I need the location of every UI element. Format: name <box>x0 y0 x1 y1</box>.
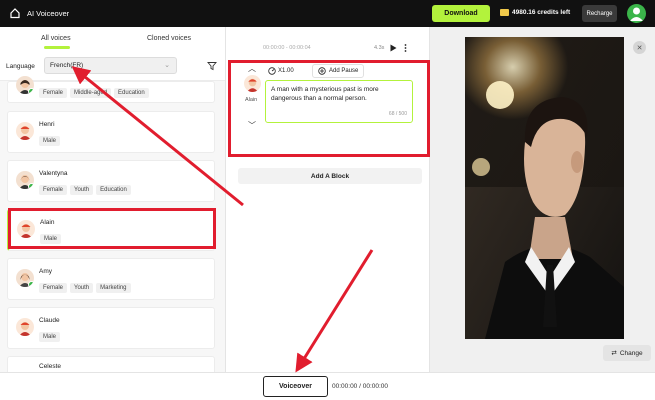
avatar <box>17 220 35 238</box>
voice-list-panel: All voices Cloned voices Language French… <box>0 27 226 372</box>
speed-label: X1.00 <box>278 68 294 74</box>
voice-tag: Male <box>40 234 62 244</box>
speed-icon <box>268 67 276 75</box>
coin-icon <box>500 9 509 16</box>
add-block-button[interactable]: Add A Block <box>238 168 422 184</box>
speed-button[interactable]: X1.00 <box>268 65 294 77</box>
change-label: Change <box>619 349 643 357</box>
voice-tag: Youth <box>70 185 94 195</box>
voice-card-valentyna[interactable]: Valentyna Female Youth Education <box>7 160 215 202</box>
avatar <box>16 76 34 94</box>
script-editor: 00:00:00 - 00:00:04 4.3s ︿ Alain ﹀ X1.00… <box>227 27 429 372</box>
voice-tag: Female <box>39 283 68 293</box>
voice-card-henri[interactable]: Henri Male <box>7 111 215 153</box>
download-button[interactable]: Download <box>432 5 490 22</box>
voice-tag: Youth <box>70 283 94 293</box>
recharge-button[interactable]: Recharge <box>582 5 617 22</box>
voice-tag: Male <box>39 332 61 342</box>
filter-icon[interactable] <box>207 61 217 71</box>
block-voice-name: Alain <box>245 97 258 103</box>
voice-tags: Female Youth Education <box>39 185 131 195</box>
chevron-up-icon[interactable]: ︿ <box>248 63 256 74</box>
voice-tags: Male <box>40 234 62 244</box>
voice-card-amy[interactable]: Amy Female Youth Marketing <box>7 258 215 300</box>
text-block: ︿ Alain ﹀ X1.00 Add Pause A man with a m… <box>230 60 429 184</box>
chevron-down-icon: ⌄ <box>164 62 170 69</box>
voiceover-button[interactable]: Voiceover <box>263 376 328 397</box>
voice-name: Claude <box>39 317 60 324</box>
character-count: 68 / 500 <box>388 111 407 117</box>
home-icon[interactable] <box>9 7 21 19</box>
credits-display: 4980.16 credits left <box>500 9 570 16</box>
status-badge <box>28 281 34 287</box>
language-row: Language French(FR) ⌄ <box>0 51 225 81</box>
script-text: A man with a mysterious past is more dan… <box>271 86 379 102</box>
total-time: 00:00:00 / 00:00:00 <box>332 383 389 390</box>
avatar <box>16 171 34 189</box>
add-pause-button[interactable]: Add Pause <box>312 64 365 78</box>
voice-tag: Female <box>39 88 68 98</box>
bottom-bar: Voiceover 00:00:00 / 00:00:00 <box>0 372 655 400</box>
voice-tag: Education <box>114 88 149 98</box>
voice-tag: Marketing <box>96 283 131 293</box>
block-time-range: 00:00:00 - 00:00:04 <box>263 45 311 51</box>
app-title: AI Voiceover <box>27 9 70 18</box>
credits-text: 4980.16 credits left <box>512 9 571 16</box>
voice-card-celeste[interactable]: Celeste <box>7 356 215 372</box>
voice-name: Alain <box>40 219 55 226</box>
avatar <box>16 269 34 287</box>
voice-tags: Female Youth Marketing <box>39 283 131 293</box>
language-value: French(FR) <box>50 62 84 69</box>
voice-card-claude[interactable]: Claude Male <box>7 307 215 349</box>
voice-card[interactable]: Female Middle-aged Education <box>7 76 215 103</box>
play-icon[interactable] <box>390 44 397 52</box>
voice-name: Valentyna <box>39 170 68 177</box>
swap-icon: ⇄ <box>611 350 617 357</box>
close-icon[interactable]: ✕ <box>633 41 646 54</box>
block-duration: 4.3s <box>374 45 385 51</box>
chevron-down-icon[interactable]: ﹀ <box>248 120 256 131</box>
voice-tags: Male <box>39 136 61 146</box>
top-bar: AI Voiceover Download 4980.16 credits le… <box>0 0 655 27</box>
voice-tags: Male <box>39 332 61 342</box>
voice-tag: Female <box>39 185 68 195</box>
voice-tag: Middle-aged <box>70 88 112 98</box>
language-label: Language <box>6 63 35 70</box>
avatar-icon[interactable] <box>627 4 646 23</box>
voice-name: Henri <box>39 121 55 128</box>
add-pause-label: Add Pause <box>329 68 359 74</box>
voice-name: Celeste <box>39 363 62 370</box>
voice-name: Amy <box>39 268 52 275</box>
voice-tags: Female Middle-aged Education <box>39 88 149 98</box>
voice-card-alain[interactable]: Alain Male <box>7 209 215 251</box>
active-tab-indicator <box>44 46 70 49</box>
voice-tag: Male <box>39 136 61 146</box>
voice-tabs: All voices Cloned voices <box>0 27 225 51</box>
status-badge <box>28 183 34 189</box>
status-badge <box>28 88 34 94</box>
voice-tag: Education <box>96 185 131 195</box>
change-button[interactable]: ⇄ Change <box>603 345 651 361</box>
avatar <box>16 122 34 140</box>
preview-image <box>465 37 624 339</box>
avatar[interactable] <box>244 75 261 92</box>
tab-cloned-voices[interactable]: Cloned voices <box>147 35 191 42</box>
script-text-input[interactable]: A man with a mysterious past is more dan… <box>265 80 413 123</box>
avatar <box>16 318 34 336</box>
language-select[interactable]: French(FR) ⌄ <box>44 57 177 74</box>
tab-all-voices[interactable]: All voices <box>41 35 71 42</box>
more-icon[interactable] <box>404 44 407 52</box>
preview-panel: ✕ ⇄ Change <box>429 27 655 372</box>
add-icon <box>318 67 326 75</box>
